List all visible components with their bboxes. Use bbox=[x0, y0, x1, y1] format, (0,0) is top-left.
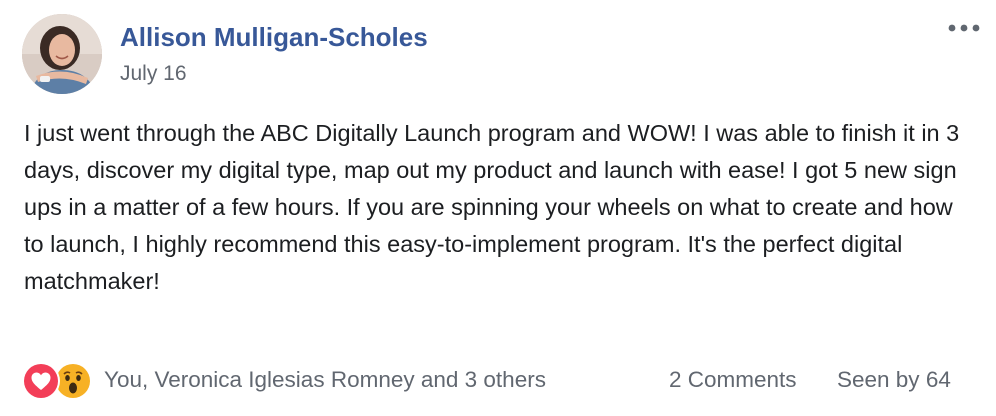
seen-by-link[interactable]: Seen by 64 bbox=[837, 367, 951, 393]
post-body-text: I just went through the ABC Digitally La… bbox=[24, 120, 960, 294]
author-name-link[interactable]: Allison Mulligan-Scholes bbox=[120, 22, 428, 53]
more-horizontal-icon[interactable] bbox=[946, 18, 982, 38]
post-card: Allison Mulligan-Scholes July 16 I just … bbox=[0, 0, 996, 416]
post-footer: You, Veronica Iglesias Romney and 3 othe… bbox=[22, 360, 982, 402]
post-date[interactable]: July 16 bbox=[120, 62, 187, 86]
avatar-photo bbox=[22, 14, 102, 94]
comments-count-link[interactable]: 2 Comments bbox=[669, 367, 797, 393]
author-avatar[interactable] bbox=[22, 14, 102, 94]
reaction-icons[interactable] bbox=[22, 362, 102, 400]
reactors-summary-link[interactable]: You, Veronica Iglesias Romney and 3 othe… bbox=[104, 367, 546, 393]
love-reaction-icon bbox=[22, 362, 60, 400]
